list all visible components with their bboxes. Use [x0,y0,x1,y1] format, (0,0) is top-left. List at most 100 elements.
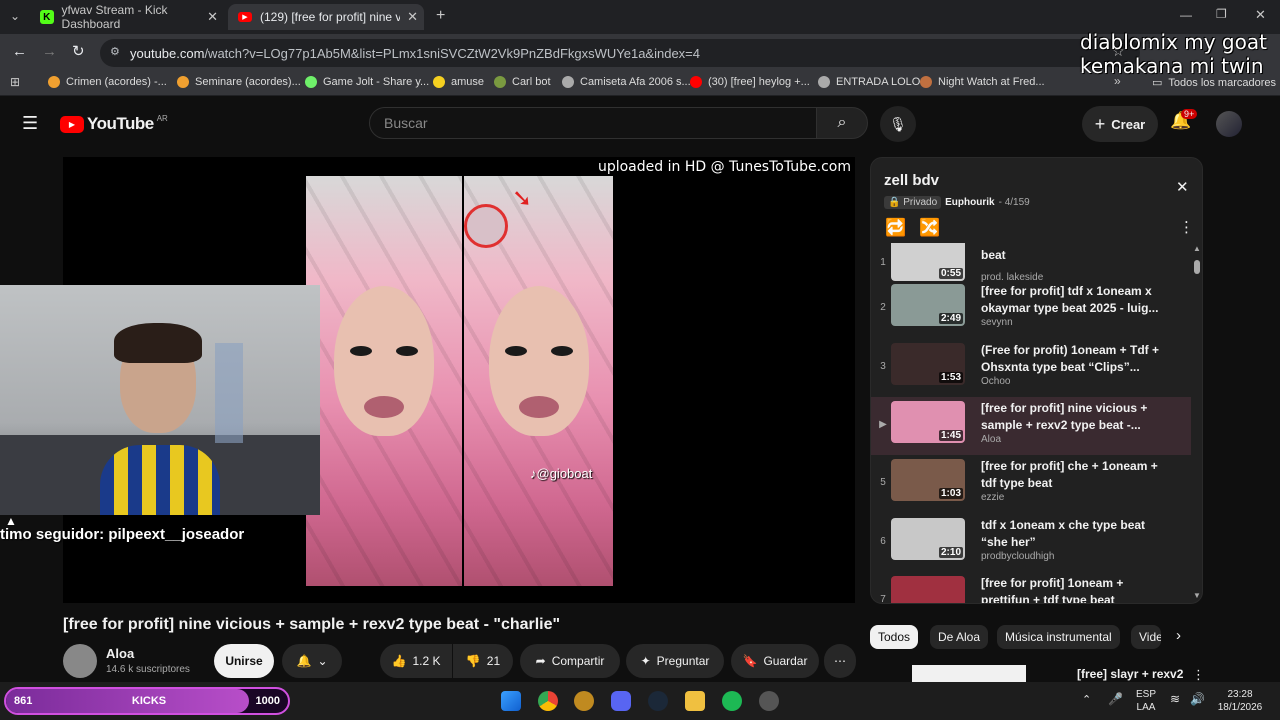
create-button[interactable]: + Crear [1082,106,1158,142]
bookmark-item[interactable]: (30) [free] heylog +... [690,76,810,88]
item-title: [free for profit] tdf x 1oneam x okaymar… [981,284,1159,315]
bookmark-favicon-icon [818,76,830,88]
face-shape [488,286,589,436]
stream-overlay-text: diablomix my goat kemakana mi twin [1080,30,1267,78]
recommended-more-icon[interactable]: ⋮ [1192,667,1205,683]
shuffle-icon[interactable]: 🔀 [919,218,940,238]
item-duration: 2:49 [938,313,963,324]
microphone-tray-icon[interactable]: 🎤 [1108,693,1123,706]
scroll-down-icon[interactable]: ▼ [1193,591,1201,600]
back-icon[interactable]: ← [12,43,27,60]
playlist-scrollbar[interactable]: ▲ ▼ [1193,244,1201,601]
start-icon[interactable] [501,691,521,711]
wifi-icon[interactable]: ≋ [1170,693,1180,706]
playlist-owner[interactable]: Euphourik [945,197,994,208]
recommended-title[interactable]: [free] slayr + rexv2 [1077,667,1183,681]
chip-videos[interactable]: Vide [1131,625,1161,649]
chips-next-icon[interactable]: › [1176,627,1181,644]
site-info-icon[interactable]: ⚙ [110,45,120,58]
bookmark-label: (30) [free] heylog +... [708,76,810,88]
bookmark-item[interactable]: Seminare (acordes)... [177,76,301,88]
close-icon[interactable]: ✕ [207,9,218,25]
chip-from-channel[interactable]: De Aloa [930,625,989,649]
bookmark-item[interactable]: amuse [433,76,484,88]
bookmark-item[interactable]: Carl bot [494,76,551,88]
tab-kick-dashboard[interactable]: K yfwav Stream - Kick Dashboard ✕ [32,3,224,31]
playlist-item[interactable]: 6 2:10 tdf x 1oneam x che type beat “she… [871,514,1191,572]
keyboard-layout: LAA [1136,702,1156,713]
notifications-button[interactable]: 🔔 9+ [1170,109,1198,131]
scroll-up-icon[interactable]: ▲ [1193,244,1201,253]
clock[interactable]: 23:28 18/1/2026 [1208,688,1272,714]
save-button[interactable]: 🔖 Guardar [731,644,819,678]
avatar[interactable] [1216,111,1242,137]
subscribe-bell-button[interactable]: 🔔 ⌄ [282,644,342,678]
address-bar[interactable]: ⚙ youtube.com/watch?v=LOg77p1Ab5M&list=P… [100,39,1140,67]
playlist-item[interactable]: 3 1:53 (Free for profit) 1oneam + Tdf + … [871,339,1191,397]
spotify-icon[interactable] [722,691,742,711]
clock-time: 23:28 [1227,689,1253,700]
more-options-icon[interactable]: ⋮ [1179,218,1194,236]
file-explorer-icon[interactable] [685,691,705,711]
close-icon[interactable]: ✕ [407,9,418,25]
more-actions-button[interactable]: ⋯ [824,644,856,678]
chrome-icon[interactable] [538,691,558,711]
loop-icon[interactable]: 🔁 [885,218,906,238]
like-button[interactable]: 👍 1.2 K [380,644,452,678]
playlist-item[interactable]: 2 2:49 [free for profit] tdf x 1oneam x … [871,280,1191,338]
chip-instrumental[interactable]: Música instrumental [997,625,1120,649]
tab-youtube-video[interactable]: ▶ (129) [free for profit] nine vicio ✕ [228,4,424,30]
maximize-icon[interactable]: ❐ [1216,7,1227,21]
voice-search-button[interactable]: 🎙 [880,106,916,142]
tab-title: yfwav Stream - Kick Dashboard [61,3,168,31]
search-button[interactable]: ⌕ [816,107,868,139]
forward-icon[interactable]: → [42,43,57,60]
item-channel: Ochoo [981,376,1011,387]
tiktok-handle: @gioboat [536,466,593,481]
item-title: beat [981,248,1006,262]
share-label: Compartir [551,654,605,668]
item-duration: 1:45 [938,430,963,441]
obs-icon[interactable] [759,691,779,711]
sparkle-icon: ✦ [640,654,651,668]
join-button[interactable]: Unirse [214,644,274,678]
discord-icon[interactable] [611,691,631,711]
reload-icon[interactable]: ↻ [72,42,85,60]
item-duration: 1:53 [938,372,963,383]
volume-icon[interactable]: 🔊 [1190,693,1205,706]
chip-all[interactable]: Todos [870,625,919,649]
tray-expand-icon[interactable]: ⌃ [1082,694,1091,707]
url-path: /watch?v=LOg77p1Ab5M&list=PLmx1sniSVCZtW… [204,45,701,61]
steam-icon[interactable] [648,691,668,711]
playlist-item[interactable]: 5 1:03 [free for profit] che + 1oneam + … [871,455,1191,513]
dislike-button[interactable]: 👎 21 [453,644,513,678]
close-playlist-icon[interactable]: ✕ [1176,178,1189,196]
playlist-item-current[interactable]: ▶ 1:45 [free for profit] nine vicious + … [871,397,1191,455]
playlist-item[interactable]: 7 [free for profit] 1oneam + prettifun +… [871,572,1191,603]
share-button[interactable]: ➦ Compartir [520,644,620,678]
minimize-icon[interactable]: — [1180,8,1192,22]
scrollbar-thumb[interactable] [1194,260,1200,274]
bookmark-favicon-icon [433,76,445,88]
ask-button[interactable]: ✦ Preguntar [626,644,724,678]
channel-name[interactable]: Aloa [106,646,134,661]
new-tab-icon[interactable]: + [436,7,445,25]
bookmark-label: Todos los marcadores [1168,76,1277,89]
window-close-icon[interactable]: ✕ [1255,7,1266,23]
bookmark-item[interactable]: ENTRADA LOLO [818,76,920,88]
privacy-label: Privado [903,197,938,208]
tab-list-chevron-icon[interactable]: ⌄ [10,9,20,23]
search-input[interactable]: Buscar [369,107,817,139]
youtube-logo[interactable]: ▶ YouTube AR [60,114,168,134]
flag-shape [215,343,243,443]
bookmark-item[interactable]: Night Watch at Fred... [920,76,1045,88]
bookmark-item[interactable]: Crimen (acordes) -... [48,76,167,88]
channel-avatar[interactable] [63,644,97,678]
bookmark-item[interactable]: Game Jolt - Share y... [305,76,429,88]
language-indicator[interactable]: ESP LAA [1136,688,1156,714]
app-icon[interactable] [574,691,594,711]
menu-icon[interactable]: ☰ [22,113,38,134]
apps-grid-icon[interactable]: ⊞ [10,75,20,89]
recommended-thumbnail[interactable] [912,665,1026,683]
bookmark-item[interactable]: Camiseta Afa 2006 s... [562,76,691,88]
